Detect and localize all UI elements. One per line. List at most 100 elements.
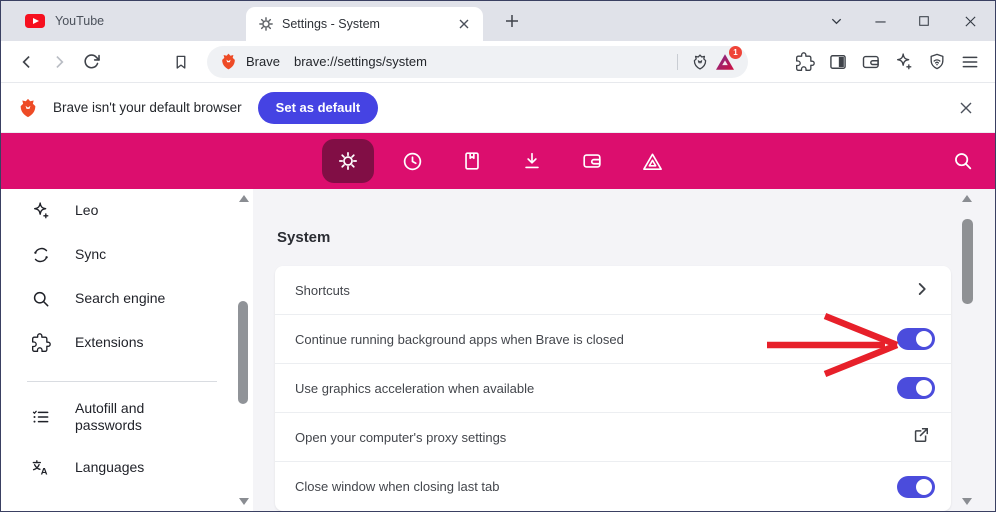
sidebar-divider [27, 381, 217, 382]
brave-lion-icon [219, 52, 238, 71]
external-link-icon [911, 425, 935, 449]
autofill-list-icon [31, 407, 51, 427]
tab-settings-label: Settings - System [282, 17, 380, 31]
menu-hamburger-icon[interactable] [957, 49, 983, 75]
puzzle-icon [31, 333, 51, 353]
sidebar-label: Search engine [75, 290, 166, 307]
window-minimize-button[interactable] [865, 1, 895, 41]
bookmark-icon[interactable] [167, 48, 195, 76]
tab-close-icon[interactable] [455, 15, 473, 33]
settings-sidebar: Leo Sync Search engine Extensions Autofi… [1, 189, 253, 511]
address-separator [677, 53, 678, 70]
sidebar-label: Languages [75, 459, 145, 476]
sidebar-label: Autofill and passwords [75, 399, 145, 434]
tab-youtube[interactable]: YouTube [11, 1, 236, 41]
infobar-close-icon[interactable] [953, 95, 979, 121]
back-button[interactable] [13, 48, 41, 76]
scroll-up-arrow-icon[interactable] [962, 195, 972, 202]
row-label: Shortcuts [295, 282, 350, 298]
row-graphics-acceleration: Use graphics acceleration when available [275, 364, 951, 413]
address-bar[interactable]: Brave brave://settings/system 1 [207, 45, 748, 78]
wallet-icon[interactable] [858, 49, 884, 75]
row-label: Use graphics acceleration when available [295, 380, 535, 396]
settings-header-band [1, 133, 995, 189]
wallet-icon[interactable] [570, 139, 614, 183]
graphics-acceleration-toggle[interactable] [897, 377, 935, 399]
reload-button[interactable] [77, 48, 105, 76]
tab-search-chevron-icon[interactable] [821, 1, 851, 41]
system-settings-card: Shortcuts Continue running background ap… [275, 266, 951, 511]
sidebar-label: Leo [75, 202, 99, 219]
scroll-down-arrow-icon[interactable] [239, 498, 249, 505]
rewards-triangle-icon[interactable] [630, 139, 674, 183]
sidebar-item-extensions[interactable]: Extensions [1, 321, 253, 365]
sidebar-label: Extensions [75, 334, 144, 351]
vpn-shield-icon[interactable] [924, 49, 950, 75]
browser-window: YouTube Settings - System Brave brave://… [0, 0, 996, 512]
rewards-badge: 1 [729, 45, 742, 59]
navigation-toolbar: Brave brave://settings/system 1 [1, 41, 995, 83]
new-tab-button[interactable] [501, 10, 523, 32]
row-label: Open your computer's proxy settings [295, 429, 507, 445]
row-label: Continue running background apps when Br… [295, 331, 624, 347]
shields-icon[interactable] [688, 50, 712, 74]
brave-lion-icon [17, 97, 39, 119]
sidebar-panel-icon[interactable] [825, 49, 851, 75]
rewards-bat-icon[interactable]: 1 [712, 45, 742, 75]
toggle-knob [916, 331, 932, 347]
settings-search-icon[interactable] [949, 147, 977, 175]
youtube-favicon-icon [25, 14, 45, 28]
bookmarks-icon[interactable] [450, 139, 494, 183]
sidebar-item-languages[interactable]: A Languages [1, 446, 253, 490]
window-close-button[interactable] [955, 1, 985, 41]
scroll-up-arrow-icon[interactable] [239, 195, 249, 202]
settings-content: Leo Sync Search engine Extensions Autofi… [1, 189, 995, 511]
sidebar-item-search-engine[interactable]: Search engine [1, 277, 253, 321]
sidebar-label: Sync [75, 246, 107, 263]
scrollbar-thumb[interactable] [962, 219, 973, 304]
downloads-icon[interactable] [510, 139, 554, 183]
gear-favicon-icon [258, 16, 274, 32]
row-background-apps: Continue running background apps when Br… [275, 315, 951, 364]
sidebar-item-autofill[interactable]: Autofill and passwords [1, 388, 253, 446]
address-url: brave://settings/system [293, 54, 427, 69]
row-label: Close window when closing last tab [295, 479, 500, 494]
scroll-down-arrow-icon[interactable] [962, 498, 972, 505]
history-icon[interactable] [390, 139, 434, 183]
row-close-window-last-tab: Close window when closing last tab [275, 462, 951, 511]
scrollbar-thumb[interactable] [238, 301, 248, 404]
leo-sparkle-icon [31, 201, 51, 221]
tab-strip: YouTube Settings - System [1, 1, 995, 41]
svg-text:A: A [41, 467, 48, 478]
toolbar-right-icons [792, 49, 983, 75]
sidebar-item-sync[interactable]: Sync [1, 233, 253, 277]
close-last-tab-toggle[interactable] [897, 475, 935, 498]
translate-icon: A [31, 458, 51, 478]
forward-button[interactable] [45, 48, 73, 76]
default-browser-infobar: Brave isn't your default browser Set as … [1, 83, 995, 133]
search-icon [31, 289, 51, 309]
row-shortcuts[interactable]: Shortcuts [275, 266, 951, 315]
background-apps-toggle[interactable] [897, 328, 935, 350]
infobar-message: Brave isn't your default browser [53, 100, 242, 115]
window-maximize-button[interactable] [909, 1, 939, 41]
chevron-right-icon [911, 278, 935, 302]
toggle-knob [916, 478, 932, 495]
sidebar-scrollbar[interactable] [237, 191, 250, 509]
set-as-default-button[interactable]: Set as default [257, 91, 379, 124]
toggle-knob [916, 380, 932, 396]
extensions-icon[interactable] [792, 49, 818, 75]
tab-settings[interactable]: Settings - System [246, 7, 483, 41]
settings-main-pane: System Shortcuts Continue running backgr… [253, 189, 995, 511]
main-scrollbar[interactable] [960, 191, 975, 509]
tab-youtube-label: YouTube [55, 14, 105, 28]
download-icon [31, 510, 51, 511]
settings-gear-icon[interactable] [322, 139, 374, 183]
row-proxy-settings[interactable]: Open your computer's proxy settings [275, 413, 951, 462]
sidebar-item-downloads[interactable]: Downloads [1, 498, 253, 511]
page-title: System [277, 229, 331, 246]
address-brand-label: Brave [246, 54, 280, 69]
sync-icon [31, 245, 51, 265]
sidebar-item-leo[interactable]: Leo [1, 189, 253, 233]
leo-ai-icon[interactable] [891, 49, 917, 75]
